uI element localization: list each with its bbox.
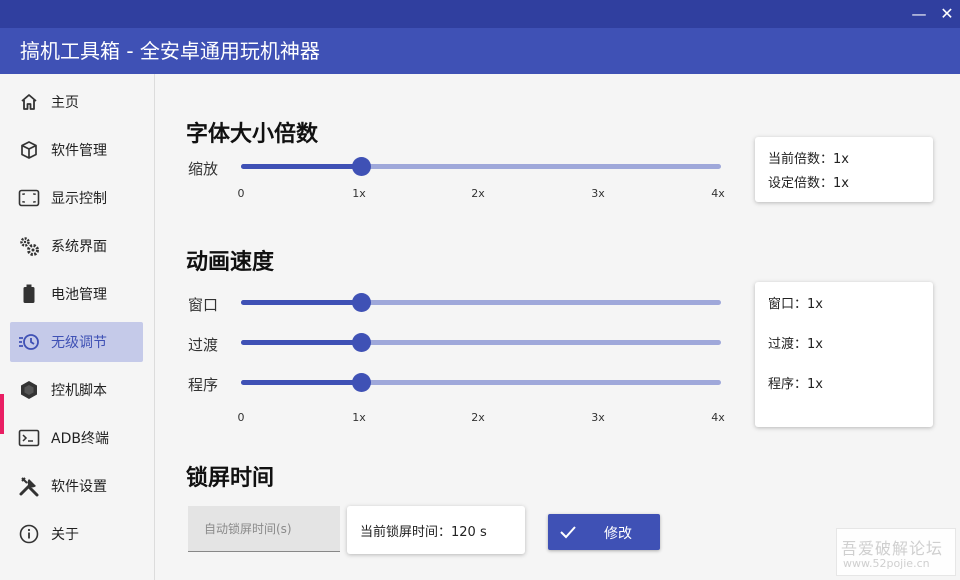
sidebar-item-label: 电池管理	[51, 287, 107, 303]
tick-label: 0	[237, 187, 245, 200]
modify-button[interactable]: 修改	[548, 514, 660, 550]
title-bar: 搞机工具箱 - 全安卓通用玩机神器 — ✕	[0, 0, 960, 74]
program-anim-value: 程序：1x	[768, 377, 823, 392]
slider-fill	[241, 380, 361, 385]
clock-list-icon	[18, 331, 40, 353]
sidebar-item-label: 软件设置	[51, 479, 107, 495]
terminal-icon	[18, 427, 40, 449]
transition-anim-slider[interactable]	[241, 333, 721, 352]
slider-fill	[241, 340, 361, 345]
tick-label: 2x	[471, 187, 485, 200]
minimize-button[interactable]: —	[907, 2, 931, 26]
package-icon	[18, 139, 40, 161]
hexagon-icon	[18, 379, 40, 401]
animation-speed-title: 动画速度	[186, 250, 275, 275]
sidebar-item-home[interactable]: 主页	[10, 82, 143, 122]
program-anim-label: 程序	[188, 376, 219, 394]
sidebar: 主页 软件管理 显示控制 系统界面 电池管理 无级调节 控机脚本 ADB终端 软…	[0, 74, 155, 580]
transition-anim-label: 过渡	[188, 336, 219, 354]
gears-icon	[18, 235, 40, 257]
sidebar-item-scripts[interactable]: 控机脚本	[10, 370, 143, 410]
sidebar-item-label: 系统界面	[51, 239, 107, 255]
sidebar-item-stepless[interactable]: 无级调节	[10, 322, 143, 362]
sidebar-item-label: 控机脚本	[51, 383, 107, 399]
screen-frame-icon	[18, 187, 40, 209]
battery-icon	[18, 283, 40, 305]
current-scale-text: 当前倍数：1x	[768, 152, 849, 167]
sidebar-item-battery[interactable]: 电池管理	[10, 274, 143, 314]
tools-icon	[18, 475, 40, 497]
transition-anim-value: 过渡：1x	[768, 337, 823, 352]
font-scale-label: 缩放	[188, 160, 219, 178]
sidebar-item-display[interactable]: 显示控制	[10, 178, 143, 218]
sidebar-item-label: 关于	[51, 527, 79, 543]
window-anim-label: 窗口	[188, 296, 219, 314]
lock-time-field	[188, 506, 340, 552]
set-scale-text: 设定倍数：1x	[768, 176, 849, 191]
sidebar-item-label: 显示控制	[51, 191, 107, 207]
current-lock-time: 当前锁屏时间：120 s	[360, 525, 487, 540]
lock-time-input[interactable]	[188, 506, 340, 551]
app-title: 搞机工具箱 - 全安卓通用玩机神器	[20, 39, 320, 63]
font-scale-title: 字体大小倍数	[186, 122, 319, 147]
info-icon	[18, 523, 40, 545]
slider-fill	[241, 164, 361, 169]
modify-button-label: 修改	[604, 526, 632, 542]
animation-info-card: 窗口：1x 过渡：1x 程序：1x	[755, 282, 933, 427]
tick-label: 3x	[591, 187, 605, 200]
tick-label: 4x	[711, 411, 725, 424]
lock-time-card: 当前锁屏时间：120 s	[347, 506, 525, 554]
sidebar-item-label: ADB终端	[51, 431, 109, 447]
tick-label: 1x	[352, 411, 366, 424]
watermark-text: 吾爱破解论坛	[841, 539, 944, 558]
window-chrome-strip	[0, 0, 960, 28]
sidebar-item-settings[interactable]: 软件设置	[10, 466, 143, 506]
slider-thumb[interactable]	[352, 293, 371, 312]
sidebar-item-label: 软件管理	[51, 143, 107, 159]
slider-thumb[interactable]	[352, 157, 371, 176]
close-button[interactable]: ✕	[935, 2, 959, 26]
program-anim-slider[interactable]	[241, 373, 721, 392]
site-watermark: 吾爱破解论坛 www.52pojie.cn	[836, 528, 956, 576]
sidebar-item-adb[interactable]: ADB终端	[10, 418, 143, 458]
slider-fill	[241, 300, 361, 305]
font-scale-info-card: 当前倍数：1x 设定倍数：1x	[755, 137, 933, 202]
tick-label: 3x	[591, 411, 605, 424]
tick-label: 2x	[471, 411, 485, 424]
active-indicator	[0, 394, 4, 434]
sidebar-item-system-ui[interactable]: 系统界面	[10, 226, 143, 266]
checkmark-icon	[558, 522, 578, 546]
home-icon	[18, 91, 40, 113]
lock-screen-title: 锁屏时间	[186, 466, 275, 491]
sidebar-item-label: 无级调节	[51, 335, 107, 351]
tick-label: 1x	[352, 187, 366, 200]
tick-label: 4x	[711, 187, 725, 200]
sidebar-item-about[interactable]: 关于	[10, 514, 143, 554]
watermark-url: www.52pojie.cn	[843, 557, 930, 570]
slider-thumb[interactable]	[352, 373, 371, 392]
slider-thumb[interactable]	[352, 333, 371, 352]
tick-label: 0	[237, 411, 245, 424]
sidebar-item-label: 主页	[51, 95, 79, 111]
window-anim-value: 窗口：1x	[768, 297, 823, 312]
main-content: 字体大小倍数 缩放 0 1x 2x 3x 4x 当前倍数：1x 设定倍数：1x …	[156, 74, 960, 580]
sidebar-item-software[interactable]: 软件管理	[10, 130, 143, 170]
font-scale-slider[interactable]	[241, 157, 721, 176]
window-anim-slider[interactable]	[241, 293, 721, 312]
